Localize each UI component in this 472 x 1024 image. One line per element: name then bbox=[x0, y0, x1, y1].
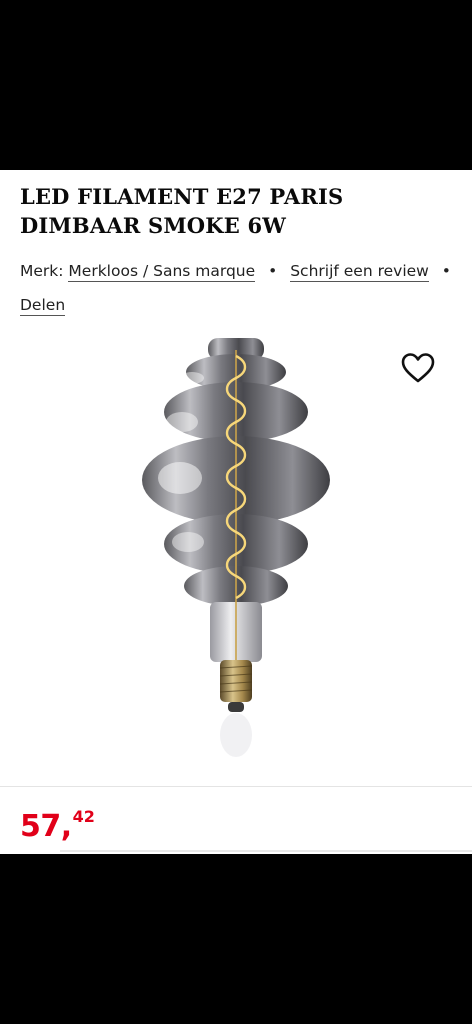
meta-separator: • bbox=[441, 262, 451, 280]
price-separator: , bbox=[60, 809, 72, 844]
divider bbox=[0, 786, 472, 787]
meta-separator: • bbox=[268, 262, 278, 280]
price-cents: 42 bbox=[72, 807, 95, 826]
filament-bulb-image bbox=[142, 338, 330, 757]
share-link[interactable]: Delen bbox=[20, 296, 66, 316]
divider bbox=[60, 850, 472, 852]
price: 57,42 bbox=[20, 807, 95, 844]
product-title: LED FILAMENT E27 PARIS DIMBAAR SMOKE 6W bbox=[20, 184, 344, 238]
brand-label: Merk: bbox=[20, 262, 64, 280]
product-meta: Merk: Merkloos / Sans marque • Schrijf e… bbox=[20, 254, 460, 322]
price-whole: 57 bbox=[20, 809, 61, 844]
heart-icon[interactable] bbox=[400, 352, 436, 384]
write-review-link[interactable]: Schrijf een review bbox=[290, 262, 429, 282]
brand-link[interactable]: Merkloos / Sans marque bbox=[68, 262, 256, 282]
product-page: LED FILAMENT E27 PARIS DIMBAAR SMOKE 6W … bbox=[0, 170, 472, 854]
